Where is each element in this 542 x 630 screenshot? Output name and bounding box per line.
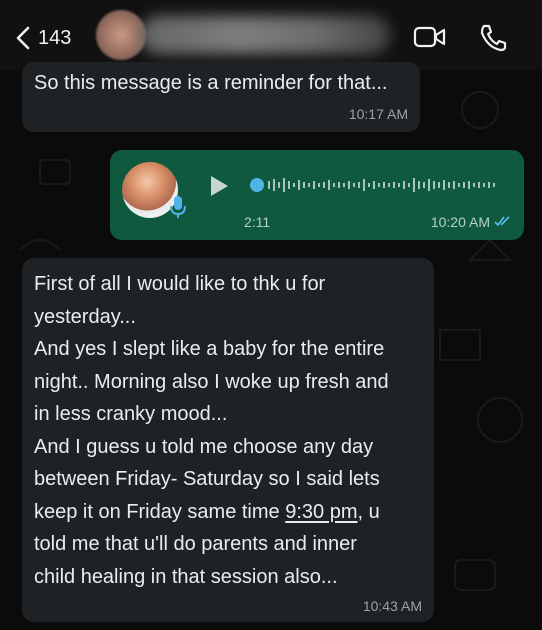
message-line: And I guess u told me choose any day [34, 435, 374, 458]
message-line: in less cranky mood... [34, 403, 228, 425]
message-line: keep it on Friday same time 9:30 pm, u [34, 496, 426, 529]
contact-avatar[interactable] [96, 10, 146, 60]
read-receipt-icon [494, 216, 510, 227]
voice-duration: 2:11 [244, 214, 271, 230]
incoming-message-bubble[interactable]: First of all I would like to thk u for y… [22, 258, 434, 622]
message-line: yesterday... [34, 305, 136, 328]
message-line: child healing in that session also... [34, 565, 338, 588]
message-text-segment: , u [357, 500, 380, 523]
chat-header: 143 [0, 0, 542, 70]
voice-call-icon[interactable] [476, 22, 512, 52]
play-icon[interactable] [208, 174, 230, 198]
message-line: And yes I slept like a baby for the enti… [34, 338, 385, 360]
message-time: 10:43 AM [362, 598, 422, 614]
message-text-segment: keep it on Friday same time [34, 500, 286, 523]
message-line: night.. Morning also I woke up fresh and [34, 370, 389, 393]
message-line: First of all I would like to thk u for [34, 273, 326, 295]
message-text: So this message is a reminder for that..… [34, 72, 388, 94]
voice-waveform[interactable] [250, 172, 506, 198]
back-button[interactable]: 143 [14, 20, 71, 56]
message-time: 10:17 AM [348, 106, 408, 122]
message-time: 10:20 AM [430, 214, 490, 230]
unread-count: 143 [38, 26, 72, 49]
microphone-icon [170, 196, 186, 218]
chevron-left-icon [16, 26, 30, 50]
time-link[interactable]: 9:30 pm [285, 501, 357, 523]
incoming-message-bubble[interactable]: So this message is a reminder for that..… [22, 62, 420, 132]
contact-name-redacted[interactable] [140, 16, 390, 54]
message-text: First of all I would like to thk u for y… [34, 268, 426, 593]
message-line: told me that u'll do parents and inner [34, 533, 357, 555]
outgoing-voice-message[interactable]: 2:11 10:20 AM [110, 150, 524, 240]
video-call-icon[interactable] [412, 22, 448, 52]
message-line: between Friday- Saturday so I said lets [34, 468, 380, 490]
